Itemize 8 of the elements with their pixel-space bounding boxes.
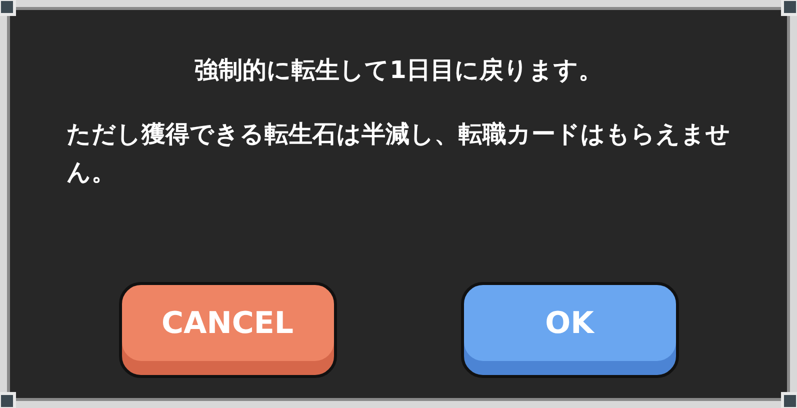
confirm-button[interactable]: OK [460, 282, 678, 378]
frame-rivet [781, 392, 797, 408]
cancel-button[interactable]: CANCEL [118, 282, 336, 378]
frame-rivet [781, 0, 797, 16]
message-text: 強制的に転生して1日目に戻ります。 [194, 55, 604, 86]
frame-rivet [0, 392, 16, 408]
message-text: ただし獲得できる転生石は半減し、転職カードはもらえません。 [66, 119, 730, 188]
frame-rivet [0, 0, 16, 16]
